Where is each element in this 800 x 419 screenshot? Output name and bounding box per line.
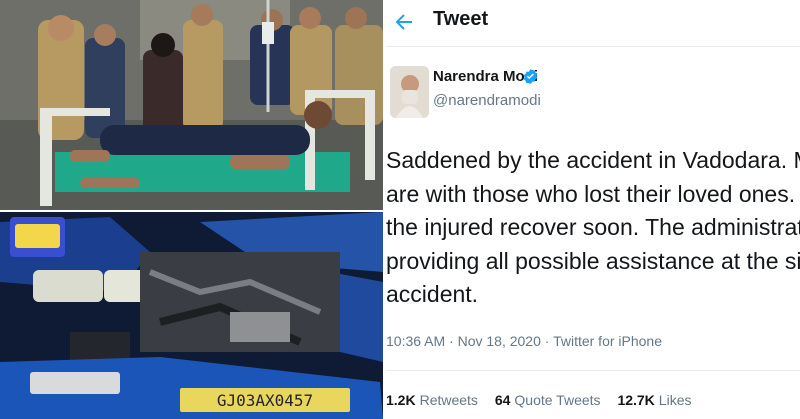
divider [386,370,800,371]
likes-count: 12.7K [617,392,655,408]
quote-tweets-count: 64 [494,392,511,408]
tweet-panel: Tweet Narendra Modi @narendramodi Sadden… [386,0,800,419]
author-handle[interactable]: @narendramodi [433,92,541,109]
back-arrow-icon[interactable] [392,10,416,34]
tweet-text-line: the injured recover soon. The administra… [386,214,800,240]
tweet-timestamp[interactable]: 10:36 AM · Nov 18, 2020 · Twitter for iP… [386,333,662,349]
quote-tweets-label: Quote Tweets [514,392,601,408]
tweet-text-line: Saddened by the accident in Vadodara. My… [386,147,800,173]
retweets-count: 1.2K [386,392,416,408]
tweet-text-line: providing all possible assistance at the… [386,247,800,274]
avatar-portrait [390,66,429,118]
hospital-scene-illustration [0,0,383,210]
likes-stat[interactable]: 12.7K Likes [617,392,691,408]
hospital-photo [0,0,383,210]
avatar[interactable] [390,66,429,118]
page-title: Tweet [433,8,489,30]
tweet-header: Tweet [386,0,800,47]
vehicle-wreck-photo: GJ03AX0457 [0,212,383,419]
likes-label: Likes [658,392,692,408]
tweet-text-line: accident. [386,281,479,307]
tweet-text-line: are with those who lost their loved ones… [386,180,800,207]
quote-tweets-stat[interactable]: 64 Quote Tweets [495,392,601,408]
tweet-stats: 1.2K Retweets 64 Quote Tweets 12.7K Likes [386,392,704,408]
verified-badge-icon [522,68,539,85]
retweets-label: Retweets [419,392,478,408]
retweets-stat[interactable]: 1.2K Retweets [386,392,478,408]
tweet-text: Saddened by the accident in Vadodara. My… [386,144,800,312]
number-plate-text: GJ03AX0457 [217,391,313,410]
vehicle-wreck-illustration: GJ03AX0457 [0,212,383,419]
